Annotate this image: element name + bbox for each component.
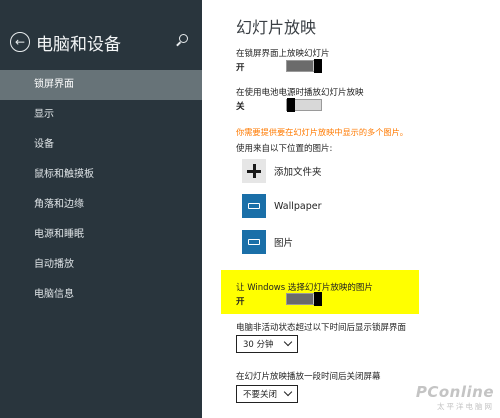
battery-slideshow-state: 关 (236, 102, 245, 112)
folder-tile (242, 230, 266, 254)
inactive-timeout-label: 电脑非活动状态超过以下时间后显示锁屏界面 (236, 323, 407, 333)
sidebar-item-display[interactable]: 显示 (0, 100, 202, 130)
page-title: 幻灯片放映 (236, 18, 317, 37)
sidebar-item-devices[interactable]: 设备 (0, 130, 202, 160)
back-arrow-icon[interactable]: ← (10, 32, 30, 52)
screen-off-select[interactable]: 不要关闭 (236, 385, 298, 403)
lock-screen-slideshow-toggle[interactable] (286, 59, 322, 73)
sidebar-nav: 锁屏界面 显示 设备 鼠标和触摸板 角落和边缘 电源和睡眠 自动播放 电脑信息 (0, 70, 202, 310)
picture-icon (248, 239, 260, 245)
windows-choose-toggle[interactable] (286, 292, 322, 306)
chevron-down-icon (283, 337, 293, 347)
sidebar-header: ← 电脑和设备 (10, 28, 195, 56)
chevron-down-icon (283, 387, 293, 397)
inactive-timeout-value: 30 分钟 (243, 340, 274, 350)
lock-screen-slideshow-state: 开 (236, 63, 245, 73)
screen-off-value: 不要关闭 (243, 390, 278, 400)
inactive-timeout-select[interactable]: 30 分钟 (236, 335, 298, 353)
add-folder-label: 添加文件夹 (274, 167, 322, 178)
folder-tile (242, 194, 266, 218)
search-icon[interactable] (175, 34, 189, 48)
sidebar-item-pc-info[interactable]: 电脑信息 (0, 280, 202, 310)
folder-wallpaper[interactable]: Wallpaper (242, 194, 322, 218)
sidebar-item-lock-screen[interactable]: 锁屏界面 (0, 70, 202, 100)
add-folder-button[interactable]: 添加文件夹 (242, 159, 322, 183)
source-label: 使用来自以下位置的图片: (236, 144, 333, 154)
folder-pictures[interactable]: 图片 (242, 230, 293, 254)
add-tile (242, 159, 266, 183)
watermark-logo: PConline 太平洋电脑网 (415, 383, 494, 411)
windows-choose-label: 让 Windows 选择幻灯片放映的图片 (236, 283, 373, 293)
sidebar-item-mouse-touchpad[interactable]: 鼠标和触摸板 (0, 160, 202, 190)
sidebar-item-power-sleep[interactable]: 电源和睡眠 (0, 220, 202, 250)
plus-icon (247, 164, 261, 178)
folder-label: Wallpaper (274, 200, 322, 212)
warning-message: 你需要提供要在幻灯片放映中显示的多个图片。 (236, 127, 408, 137)
windows-choose-state: 开 (236, 297, 245, 307)
sidebar: ← 电脑和设备 锁屏界面 显示 设备 鼠标和触摸板 角落和边缘 电源和睡眠 自动… (0, 0, 202, 418)
screen-off-label: 在幻灯片放映播放一段时间后关闭屏幕 (236, 372, 381, 382)
sidebar-item-corners-edges[interactable]: 角落和边缘 (0, 190, 202, 220)
folder-label: 图片 (274, 238, 294, 249)
picture-icon (248, 203, 260, 209)
battery-slideshow-label: 在使用电池电源时播放幻灯片放映 (236, 88, 364, 98)
main-panel: 幻灯片放映 在锁屏界面上放映幻灯片 开 在使用电池电源时播放幻灯片放映 关 你需… (202, 0, 500, 418)
battery-slideshow-toggle[interactable] (286, 98, 322, 112)
sidebar-item-autoplay[interactable]: 自动播放 (0, 250, 202, 280)
lock-screen-slideshow-label: 在锁屏界面上放映幻灯片 (236, 49, 330, 59)
sidebar-title: 电脑和设备 (36, 34, 121, 55)
